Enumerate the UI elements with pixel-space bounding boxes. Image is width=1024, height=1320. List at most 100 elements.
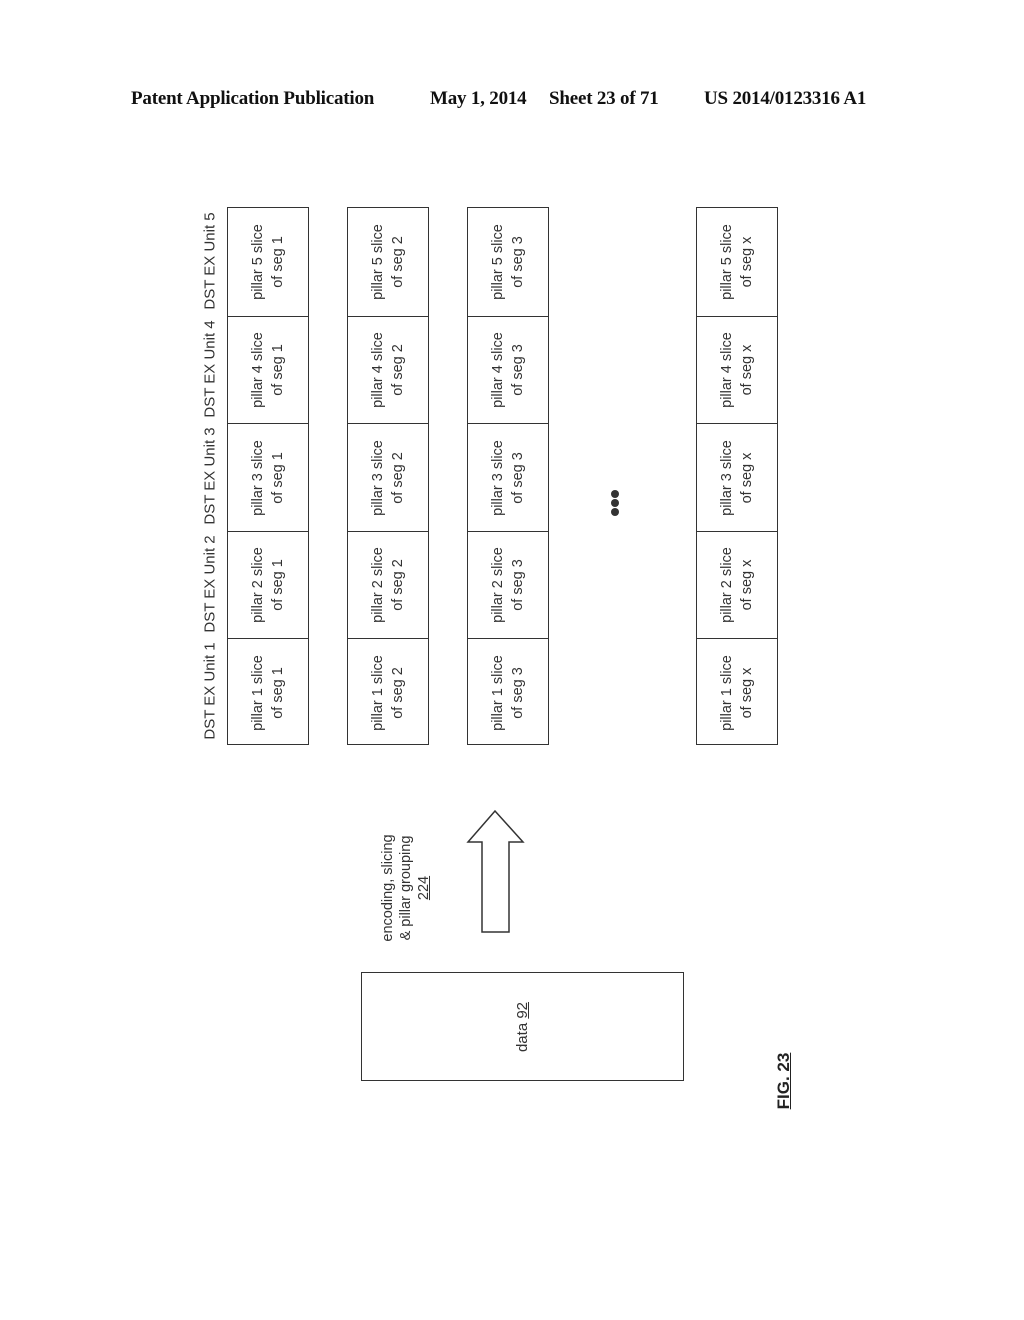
ellipsis-dot [611, 499, 619, 507]
slice-label-line1: pillar 2 slice [719, 547, 735, 623]
figure-label: FIG. 23 [774, 1052, 793, 1110]
slice-label: pillar 3 slice of seg 2 [368, 440, 408, 516]
slice-label-line1: pillar 3 slice [370, 439, 386, 516]
slice-label: pillar 1 slice of seg 3 [488, 655, 528, 731]
slice-label-line2: of seg x [739, 236, 755, 288]
slice-label-line1: pillar 3 slice [250, 439, 266, 516]
data-box: data 92 [361, 972, 684, 1081]
slice-label: pillar 2 slice of seg 2 [368, 547, 408, 623]
slice-label: pillar 2 slice of seg x [717, 547, 757, 623]
header-patent-number: US 2014/0123316 A1 [704, 88, 867, 109]
slice-label-line1: pillar 4 slice [719, 332, 735, 408]
slice-label-line1: pillar 2 slice [250, 547, 266, 623]
slice-label-line1: pillar 5 slice [719, 224, 735, 300]
slice-cell: pillar 4 slice of seg 2 [348, 316, 428, 423]
slice-label: pillar 1 slice of seg 2 [368, 655, 408, 731]
segment-column-4: pillar 5 slice of seg x pillar 4 slice of s… [696, 207, 778, 745]
slice-label: pillar 5 slice of seg 3 [488, 224, 528, 300]
arrow-label: encoding, slicing & pillar grouping 224 [379, 828, 445, 948]
slice-label: pillar 3 slice of seg 3 [488, 440, 528, 516]
slice-label: pillar 5 slice of seg 1 [248, 224, 288, 300]
slice-label: pillar 4 slice of seg 2 [368, 332, 408, 408]
slice-label-line2: of seg 2 [390, 451, 406, 504]
slice-label-line2: of seg 1 [270, 236, 286, 288]
slice-cell: pillar 3 slice of seg x [697, 423, 777, 531]
slice-cell: pillar 3 slice of seg 3 [468, 423, 548, 531]
slice-label: pillar 2 slice of seg 1 [248, 547, 288, 623]
slice-cell: pillar 4 slice of seg 1 [228, 316, 308, 423]
slice-label-line1: pillar 5 slice [370, 224, 386, 300]
dst-ex-unit-label-4: DST EX Unit 4 [201, 319, 219, 418]
slice-cell: pillar 2 slice of seg 1 [228, 531, 308, 638]
slice-cell: pillar 1 slice of seg x [697, 638, 777, 746]
slice-cell: pillar 5 slice of seg x [697, 208, 777, 316]
slice-label-line1: pillar 1 slice [490, 654, 506, 731]
slice-label: pillar 3 slice of seg 1 [248, 440, 288, 516]
slice-cell: pillar 5 slice of seg 3 [468, 208, 548, 316]
slice-label: pillar 1 slice of seg x [717, 655, 757, 731]
slice-label-line1: pillar 3 slice [490, 439, 506, 516]
slice-label: pillar 4 slice of seg 3 [488, 332, 528, 408]
slice-label: pillar 2 slice of seg 3 [488, 547, 528, 623]
slice-cell: pillar 4 slice of seg 3 [468, 316, 548, 423]
slice-label-line2: of seg 2 [390, 236, 406, 288]
dst-ex-unit-label-2: DST EX Unit 2 [201, 534, 219, 633]
header-publication: Patent Application Publication [131, 88, 375, 109]
slice-cell: pillar 2 slice of seg 3 [468, 531, 548, 638]
dst-ex-unit-label-1: DST EX Unit 1 [201, 642, 219, 740]
slice-cell: pillar 3 slice of seg 2 [348, 423, 428, 531]
slice-label-line1: pillar 4 slice [250, 332, 266, 408]
arrow-label-line1: encoding, slicing [380, 834, 396, 942]
data-box-label: data 92 [513, 1001, 531, 1052]
slice-label: pillar 4 slice of seg x [717, 332, 757, 408]
segment-column-2: pillar 5 slice of seg 2 pillar 4 slice of s… [347, 207, 429, 745]
slice-label-line1: pillar 1 slice [719, 654, 735, 731]
slice-label: pillar 1 slice of seg 1 [248, 655, 288, 731]
slice-label-line1: pillar 3 slice [719, 439, 735, 516]
slice-label-line2: of seg 3 [510, 344, 526, 396]
header-date: May 1, 2014 [430, 88, 527, 109]
slice-label-line2: of seg x [739, 344, 755, 396]
slice-label-line2: of seg 1 [270, 451, 286, 504]
slice-cell: pillar 1 slice of seg 2 [348, 638, 428, 746]
slice-cell: pillar 2 slice of seg x [697, 531, 777, 638]
segment-column-1: pillar 5 slice of seg 1 pillar 4 slice of s… [227, 207, 309, 745]
slice-cell: pillar 2 slice of seg 2 [348, 531, 428, 638]
slice-label-line2: of seg 3 [510, 236, 526, 288]
slice-label-line2: of seg 1 [270, 559, 286, 611]
data-ref-number: 92 [513, 1001, 531, 1019]
encoding-arrow [466, 809, 525, 933]
slice-label: pillar 5 slice of seg 2 [368, 224, 408, 300]
slice-label-line2: of seg 2 [390, 344, 406, 396]
ellipsis-dot [611, 490, 619, 498]
slice-label-line1: pillar 1 slice [250, 654, 266, 731]
slice-label: pillar 4 slice of seg 1 [248, 332, 288, 408]
slice-label-line1: pillar 5 slice [490, 224, 506, 300]
slice-label-line2: of seg 2 [390, 666, 406, 719]
slice-cell: pillar 1 slice of seg 1 [228, 638, 308, 746]
slice-cell: pillar 5 slice of seg 2 [348, 208, 428, 316]
slice-label: pillar 5 slice of seg x [717, 224, 757, 300]
slice-label-line2: of seg x [739, 452, 755, 503]
arrow-label-line2: & pillar grouping [398, 835, 414, 941]
slice-label-line1: pillar 2 slice [370, 547, 386, 623]
slice-cell: pillar 3 slice of seg 1 [228, 423, 308, 531]
slice-label-line1: pillar 4 slice [490, 332, 506, 408]
slice-label-line2: of seg x [739, 559, 755, 611]
dst-ex-unit-label-3: DST EX Unit 3 [201, 427, 219, 525]
slice-label-line2: of seg 1 [270, 344, 286, 396]
slice-label: pillar 3 slice of seg x [717, 440, 757, 516]
slice-label-line1: pillar 5 slice [250, 224, 266, 300]
arrow-ref-number: 224 [416, 875, 432, 901]
ellipsis-dot [611, 508, 619, 516]
slice-cell: pillar 1 slice of seg 3 [468, 638, 548, 746]
dst-ex-unit-label-5: DST EX Unit 5 [201, 212, 219, 310]
header-sheet: Sheet 23 of 71 [549, 88, 659, 109]
slice-label-line1: pillar 2 slice [490, 547, 506, 623]
slice-label-line2: of seg 2 [390, 559, 406, 611]
ellipsis-dots [611, 490, 621, 520]
slice-label-line1: pillar 4 slice [370, 332, 386, 408]
slice-label-line2: of seg 3 [510, 666, 526, 719]
slice-label-line1: pillar 1 slice [370, 654, 386, 731]
slice-label-line2: of seg x [739, 667, 755, 718]
